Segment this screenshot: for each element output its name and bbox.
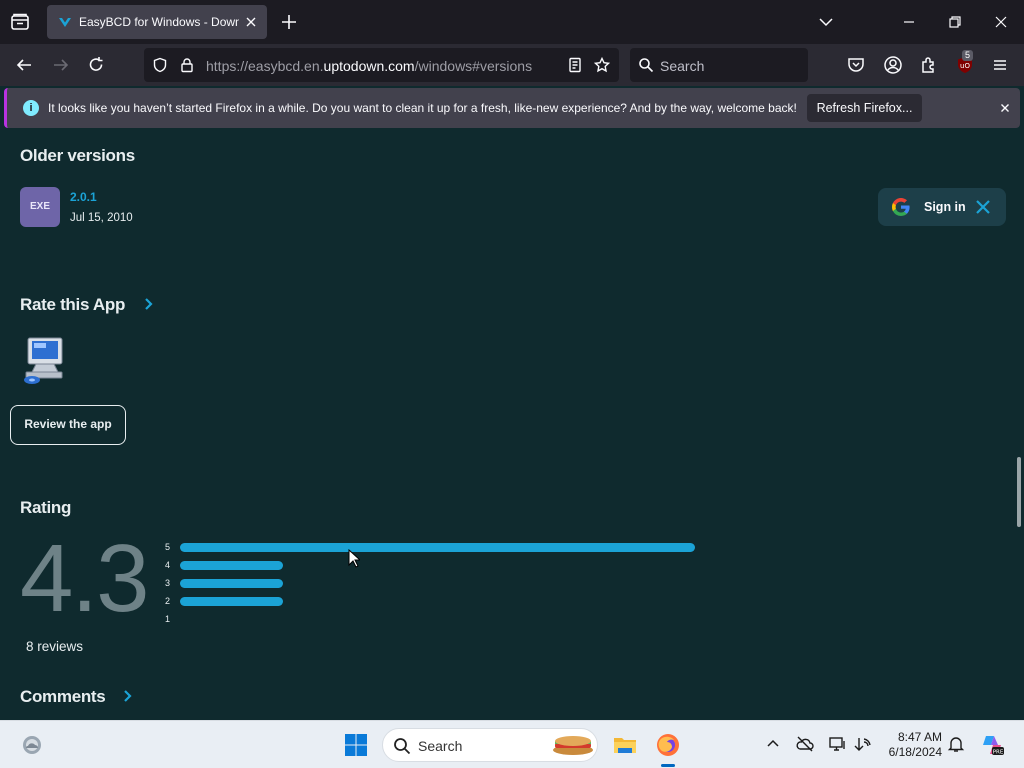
reload-icon[interactable] [86, 55, 106, 75]
address-bar[interactable]: https://easybcd.en.uptodown.com/windows#… [144, 48, 619, 82]
pocket-icon[interactable] [846, 55, 866, 75]
page-content: Older versions EXE 2.0.1 Jul 15, 2010 Si… [0, 131, 1024, 720]
lock-icon[interactable] [179, 57, 195, 73]
onedrive-offline-icon[interactable] [796, 735, 814, 753]
close-window-icon[interactable] [991, 12, 1011, 32]
navigation-toolbar: https://easybcd.en.uptodown.com/windows#… [0, 44, 1024, 86]
page-scrollbar[interactable] [1017, 457, 1021, 527]
uptodown-favicon-icon [57, 14, 73, 30]
rating-bar-3 [180, 579, 283, 588]
version-link[interactable]: 2.0.1 [70, 190, 97, 204]
file-explorer-icon[interactable] [613, 733, 637, 757]
firefox-active-indicator [661, 764, 675, 767]
windows-start-icon[interactable] [344, 733, 368, 757]
older-versions-heading: Older versions [20, 146, 135, 165]
minimize-icon[interactable] [899, 12, 919, 32]
sign-in-label: Sign in [924, 200, 966, 214]
menu-hamburger-icon[interactable] [990, 55, 1010, 75]
list-all-tabs-icon[interactable] [816, 12, 836, 32]
tab-close-icon[interactable] [243, 14, 259, 30]
reviews-count: 8 reviews [26, 639, 84, 654]
rating-bar-5 [180, 543, 695, 552]
url-prefix: https://easybcd.en. [206, 58, 324, 74]
svg-text:uO: uO [960, 62, 970, 70]
new-tab-icon[interactable] [280, 13, 298, 31]
active-tab[interactable]: EasyBCD for Windows - Downlo [47, 5, 267, 39]
windows-taskbar: Search 8:47 AM 6/18/2024 PRE [0, 720, 1024, 768]
rating-bar-4 [180, 561, 283, 570]
info-icon: i [23, 100, 39, 116]
extension-badge: 5 [962, 50, 974, 61]
taskbar-search-placeholder: Search [418, 738, 463, 754]
chevron-right-icon[interactable] [122, 689, 134, 703]
reader-view-icon[interactable] [567, 57, 583, 73]
search-highlight-sandwich-icon [551, 735, 595, 757]
chevron-right-icon[interactable] [143, 297, 155, 311]
display-icon[interactable] [828, 735, 846, 753]
copilot-icon[interactable]: PRE [980, 733, 1004, 757]
tab-list-icon[interactable] [8, 10, 32, 34]
network-sound-icon[interactable] [853, 735, 871, 753]
rating-bar-2 [180, 597, 283, 606]
weather-widget-icon[interactable] [20, 733, 44, 757]
search-icon [638, 57, 654, 73]
easybcd-app-icon [22, 336, 66, 386]
rating-heading: Rating [20, 498, 72, 517]
exe-file-badge[interactable]: EXE [20, 187, 60, 227]
firefox-refresh-notification: i It looks like you haven’t started Fire… [4, 88, 1020, 128]
mouse-cursor-icon [348, 548, 362, 569]
url-domain: uptodown.com [323, 58, 415, 74]
system-clock[interactable]: 8:47 AM 6/18/2024 [880, 730, 942, 760]
restore-icon[interactable] [945, 12, 965, 32]
tracking-protection-shield-icon[interactable] [152, 57, 168, 73]
bookmark-star-icon[interactable] [593, 56, 611, 73]
extensions-puzzle-icon[interactable] [919, 55, 939, 75]
version-date: Jul 15, 2010 [70, 212, 133, 224]
url-text[interactable]: https://easybcd.en.uptodown.com/windows#… [206, 58, 532, 74]
search-icon [393, 737, 411, 755]
show-hidden-icons-chevron-icon[interactable] [764, 735, 782, 753]
back-arrow-icon[interactable] [14, 55, 34, 75]
notification-close-icon[interactable] [997, 100, 1013, 116]
notification-bell-icon[interactable] [947, 735, 965, 753]
clock-time: 8:47 AM [897, 730, 942, 744]
account-icon[interactable] [883, 55, 903, 75]
rating-score: 4.3 [20, 525, 149, 632]
clock-date: 6/18/2024 [888, 745, 942, 759]
rate-this-app-heading[interactable]: Rate this App [20, 295, 125, 315]
search-placeholder: Search [660, 58, 705, 74]
comments-heading[interactable]: Comments [20, 687, 106, 707]
google-sign-in-prompt[interactable]: Sign in [878, 188, 1006, 226]
rating-bar-label-2: 2 [165, 596, 171, 606]
forward-arrow-icon[interactable] [51, 55, 71, 75]
rating-bar-label-3: 3 [165, 578, 171, 588]
search-bar[interactable]: Search [630, 48, 808, 82]
firefox-taskbar-icon[interactable] [656, 733, 680, 757]
review-the-app-button[interactable]: Review the app [10, 405, 126, 445]
taskbar-search[interactable]: Search [382, 728, 598, 762]
google-logo-icon [891, 197, 910, 217]
rating-bar-label-1: 1 [165, 614, 171, 624]
svg-text:PRE: PRE [993, 750, 1004, 756]
rating-bar-label-5: 5 [165, 542, 171, 552]
notification-message: It looks like you haven’t started Firefo… [48, 101, 797, 115]
refresh-firefox-button[interactable]: Refresh Firefox... [807, 94, 922, 122]
url-suffix: /windows#versions [414, 58, 533, 74]
tab-title: EasyBCD for Windows - Downlo [79, 15, 239, 29]
tab-bar: EasyBCD for Windows - Downlo [0, 0, 1024, 44]
dismiss-sign-in-icon[interactable] [975, 199, 991, 215]
rating-bar-label-4: 4 [165, 560, 171, 570]
